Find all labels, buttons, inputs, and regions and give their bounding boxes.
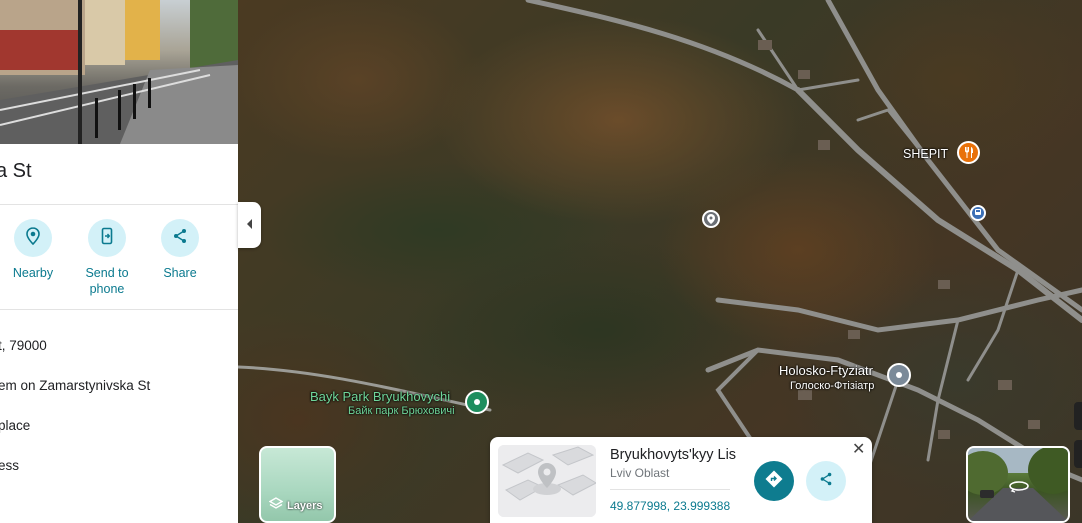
nearby-icon (24, 226, 42, 250)
bus-stop-icon[interactable] (970, 205, 986, 221)
place-name: Bryukhovyts'kyy Lis (610, 447, 737, 463)
divider (0, 204, 238, 205)
layers-button[interactable]: Layers (259, 446, 336, 523)
place-thumbnail[interactable] (498, 445, 596, 517)
layers-label: Layers (287, 499, 323, 512)
add-place-row[interactable]: place (0, 418, 30, 433)
located-in-row[interactable]: em on Zamarstynivska St (0, 378, 150, 393)
place-region: Lviv Oblast (610, 466, 670, 480)
share-label: Share (163, 266, 197, 280)
restaurant-pin-icon[interactable] (957, 141, 980, 164)
divider (610, 489, 730, 490)
park-label-en[interactable]: Bayk Park Bryukhovychi (310, 389, 450, 404)
place-card[interactable]: Bryukhovyts'kyy Lis Lviv Oblast 49.87799… (490, 437, 872, 523)
map-control-button[interactable] (1074, 440, 1082, 468)
holosko-label-en[interactable]: Holosko-Ftyziatr (779, 363, 873, 378)
place-coordinates[interactable]: 49.877998, 23.999388 (610, 499, 730, 513)
park-pin-icon[interactable] (465, 390, 489, 414)
park-label-uk: Байк парк Брюховичі (348, 405, 455, 417)
dropped-pin-icon[interactable] (702, 210, 720, 228)
street-photo[interactable] (0, 0, 238, 144)
send-to-phone-label: Send to phone (85, 266, 129, 296)
place-title: a St (0, 160, 32, 182)
street-view-thumbnail[interactable] (966, 446, 1070, 523)
nearby-button[interactable]: Nearby (0, 219, 68, 281)
nearby-label: Nearby (12, 266, 54, 280)
directions-icon (765, 470, 783, 493)
send-to-phone-button[interactable]: Send to phone (72, 219, 142, 297)
close-card-button[interactable]: ✕ (852, 439, 865, 459)
hospital-pin-icon[interactable] (887, 363, 911, 387)
divider (0, 309, 238, 310)
holosko-label-uk: Голоско-Фтізіатр (790, 380, 875, 392)
card-share-button[interactable] (806, 461, 846, 501)
directions-button[interactable] (754, 461, 794, 501)
share-button[interactable]: Share (145, 219, 215, 281)
business-row[interactable]: ess (0, 458, 19, 473)
share-icon (171, 227, 189, 250)
chevron-left-icon (246, 216, 254, 234)
shepit-label[interactable]: SHEPIT (903, 147, 948, 161)
address-row[interactable]: t, 79000 (0, 338, 47, 353)
layers-icon (268, 497, 284, 514)
share-icon (818, 471, 834, 492)
rotate-360-icon (1008, 479, 1030, 498)
map-control-button[interactable] (1074, 402, 1082, 430)
send-to-phone-icon (98, 227, 116, 250)
place-side-panel: a St Nearby Send to phone Share t, 79000… (0, 0, 238, 523)
collapse-panel-button[interactable] (238, 202, 261, 248)
